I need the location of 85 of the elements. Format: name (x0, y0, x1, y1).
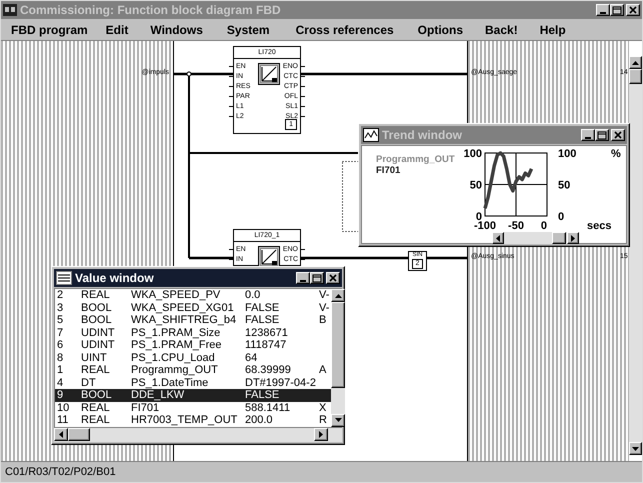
table-cell-text: 7 (56, 326, 64, 339)
table-cell-text: DDE_LKW (130, 389, 186, 402)
table-cell-text: 6 (56, 339, 64, 352)
table-cell-text: REAL (80, 289, 111, 302)
legend-label: FI701 (376, 165, 402, 176)
menu-item[interactable]: FBD program (5, 20, 94, 38)
table-cell-text: PS_1.CPU_Load (130, 352, 216, 364)
menu-item[interactable]: Windows (144, 20, 209, 38)
table-cell-text: A (318, 364, 328, 376)
table-cell-text: 0.0 (244, 289, 262, 302)
window-title: Commissioning: Function block diagram FBD (20, 3, 282, 17)
table-row[interactable]: 2 REAL WKA_SPEED_PV 0.0 V- (55, 289, 331, 302)
table-cell-text: REAL (80, 364, 111, 376)
menu-item[interactable]: Cross references (290, 20, 400, 38)
x-tick-label: -100 (474, 220, 496, 232)
table-cell-text: PS_1.PRAM_Free (130, 339, 222, 352)
y-tick-label: 100 (464, 148, 482, 160)
table-cell-text: 9 (56, 389, 64, 402)
table-cell-text: UINT (80, 352, 108, 364)
table-cell-text: BOOL (80, 302, 113, 314)
menu-item[interactable]: Options (412, 20, 469, 38)
status-text: C01/R03/T02/P02/B01 (5, 466, 116, 478)
table-cell-text: 64 (244, 352, 258, 364)
table-cell-text: 11 (56, 414, 70, 426)
table-cell-text: FALSE (244, 389, 280, 402)
table-row[interactable]: 7 UDINT PS_1.PRAM_Size 1238671 (55, 326, 331, 339)
table-row[interactable]: 10 REAL FI701 588.1411 X (55, 402, 331, 414)
table-cell-text: 1238671 (244, 326, 289, 339)
table-cell-text: HR7003_TEMP_OUT (130, 414, 238, 426)
menu-item[interactable]: Back! (479, 20, 524, 38)
table-cell-text: DT (80, 376, 97, 389)
table-cell-text: FI701 (130, 402, 160, 414)
table-cell-text: 1118747 (244, 339, 288, 352)
table-cell-text: REAL (80, 414, 111, 426)
table-cell-text: 200.0 (244, 414, 274, 426)
table-row[interactable]: 3 BOOL WKA_SPEED_XG01 FALSE V- (55, 302, 331, 314)
table-cell-text: BOOL (80, 314, 113, 326)
table-cell-text: 4 (56, 376, 64, 389)
table-cell-text: UDINT (80, 339, 116, 352)
table-cell-text: DT#1997-04-2 (244, 376, 317, 389)
table-cell-text: 8 (56, 352, 64, 364)
table-cell-text: X (318, 402, 328, 414)
table-cell-text: B (318, 314, 328, 326)
table-row[interactable]: 11 REAL HR7003_TEMP_OUT 200.0 R (55, 414, 331, 426)
table-cell-text: 5 (56, 314, 64, 326)
y-tick-label: 50 (470, 180, 482, 192)
unit-label: secs (587, 220, 612, 232)
table-row[interactable]: 8 UINT PS_1.CPU_Load 64 (55, 352, 331, 364)
table-cell-text: BOOL (80, 389, 113, 402)
table-cell-text: PS_1.DateTime (130, 376, 210, 389)
table-row[interactable]: 1 REAL Programmg_OUT 68.39999 A (55, 364, 331, 376)
menu-item[interactable]: System (220, 20, 276, 38)
unit-label: % (611, 148, 621, 160)
table-cell-text: R (318, 414, 328, 426)
table-cell-text: V- (318, 289, 330, 302)
menu-item[interactable]: Edit (100, 20, 134, 38)
x-tick-label: -50 (508, 220, 524, 232)
table-cell-text: WKA_SPEED_PV (130, 289, 222, 302)
table-cell-text: FALSE (244, 302, 280, 314)
table-cell-text: 10 (56, 402, 70, 414)
table-cell-text: Programmg_OUT (130, 364, 219, 376)
table-cell-text: WKA_SPEED_XG01 (130, 302, 235, 314)
table-cell-text: REAL (80, 402, 111, 414)
table-cell-text: 68.39999 (244, 364, 292, 376)
table-cell-text: 3 (56, 302, 64, 314)
window-title: Value window (75, 271, 155, 285)
table-cell-text: 1 (56, 364, 64, 376)
legend-label: Programmg_OUT (376, 154, 455, 165)
table-cell-text: FALSE (244, 314, 280, 326)
table-row[interactable]: 6 UDINT PS_1.PRAM_Free 1118747 (55, 339, 331, 352)
table-cell-text: 588.1411 (244, 402, 292, 414)
table-cell-text: WKA_SHIFTREG_b4 (130, 314, 238, 326)
table-cell-text: UDINT (80, 326, 116, 339)
y-tick-label: 50 (558, 180, 570, 192)
table-row[interactable]: 9 BOOL DDE_LKW FALSE (55, 389, 331, 402)
x-tick-label: 0 (540, 220, 547, 232)
menu-item[interactable]: Help (534, 20, 572, 38)
window-title: Trend window (382, 128, 463, 142)
table-row[interactable]: 5 BOOL WKA_SHIFTREG_b4 FALSE B (55, 314, 331, 326)
y-tick-label: 100 (558, 148, 576, 160)
table-cell-text: V- (318, 302, 330, 314)
table-cell-text: PS_1.PRAM_Size (130, 326, 222, 339)
y-tick-label: 0 (558, 211, 564, 223)
table-row[interactable]: 4 DT PS_1.DateTime DT#1997-04-2 (55, 376, 331, 389)
table-cell-text: 2 (56, 289, 64, 302)
